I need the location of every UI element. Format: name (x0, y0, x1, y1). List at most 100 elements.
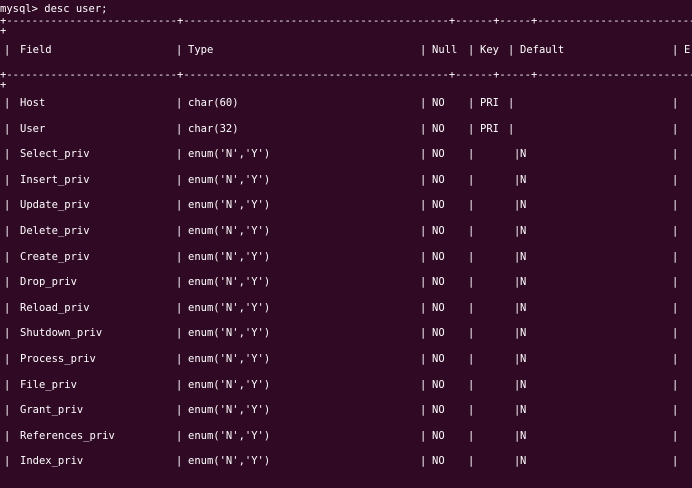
row-pipe: | (468, 379, 475, 391)
cell-field: Update_priv (20, 199, 90, 211)
cell-type: enum('N','Y') (188, 225, 271, 237)
terminal-window[interactable]: mysql> desc user; +---------------------… (0, 0, 692, 488)
row-pipe: | (176, 174, 183, 186)
row-pipe: | (468, 251, 475, 263)
row-pipe: | (468, 302, 475, 314)
row-pipe: | (420, 123, 427, 135)
header-pipe: | (672, 44, 679, 56)
cell-type: enum('N','Y') (188, 276, 271, 288)
row-pipe: | (468, 97, 475, 109)
cell-null: NO (432, 327, 445, 339)
cell-field: Create_priv (20, 251, 90, 263)
header-null: Null (432, 44, 458, 56)
cell-field: Host (20, 97, 46, 109)
row-pipe: | (176, 123, 183, 135)
cell-default: N (520, 251, 527, 263)
header-field: Field (20, 44, 52, 56)
row-pipe: | (176, 199, 183, 211)
header-default: Default (520, 44, 565, 56)
row-pipe: | (176, 251, 183, 263)
cell-null: NO (432, 302, 445, 314)
row-pipe: | (4, 174, 11, 186)
row-pipe: | (468, 276, 475, 288)
header-pipe: | (468, 44, 475, 56)
cell-field: User (20, 123, 46, 135)
row-pipe: | (176, 225, 183, 237)
cell-type: enum('N','Y') (188, 327, 271, 339)
row-pipe: | (420, 225, 427, 237)
cell-default: N (520, 379, 527, 391)
row-pipe: | (420, 148, 427, 160)
cell-field: Grant_priv (20, 404, 84, 416)
cell-null: NO (432, 148, 445, 160)
table-separator-mid: +---------------------------+-----------… (0, 69, 692, 81)
cell-default: N (520, 404, 527, 416)
row-pipe: | (4, 430, 11, 442)
row-pipe: | (4, 97, 11, 109)
cell-default: N (520, 276, 527, 288)
cell-field: Shutdown_priv (20, 327, 103, 339)
row-pipe: | (4, 455, 11, 467)
row-pipe: | (468, 174, 475, 186)
cell-default: N (520, 302, 527, 314)
cell-field: Drop_priv (20, 276, 77, 288)
row-pipe: | (420, 430, 427, 442)
cell-null: NO (432, 430, 445, 442)
table-separator-top: +---------------------------+-----------… (0, 15, 692, 27)
row-pipe: | (176, 327, 183, 339)
cell-type: enum('N','Y') (188, 199, 271, 211)
row-pipe: | (176, 302, 183, 314)
cell-key: PRI (480, 123, 499, 135)
row-pipe: | (4, 199, 11, 211)
cell-null: NO (432, 199, 445, 211)
row-pipe: | (176, 276, 183, 288)
row-pipe: | (420, 276, 427, 288)
row-pipe: | (420, 353, 427, 365)
row-pipe: | (468, 225, 475, 237)
cell-null: NO (432, 276, 445, 288)
row-pipe: | (672, 276, 679, 288)
row-pipe: | (4, 404, 11, 416)
row-pipe: | (468, 123, 475, 135)
row-pipe: | (176, 430, 183, 442)
cell-field: References_priv (20, 430, 115, 442)
cell-null: NO (432, 123, 445, 135)
row-pipe: | (176, 404, 183, 416)
row-pipe: | (672, 455, 679, 467)
row-pipe: | (420, 455, 427, 467)
header-pipe: | (4, 44, 11, 56)
row-pipe: | (672, 353, 679, 365)
cell-null: NO (432, 97, 445, 109)
row-pipe: | (672, 379, 679, 391)
cell-field: Index_priv (20, 455, 84, 467)
row-pipe: | (672, 123, 679, 135)
row-pipe: | (508, 97, 515, 109)
cell-default: N (520, 353, 527, 365)
cell-field: File_priv (20, 379, 77, 391)
row-pipe: | (420, 404, 427, 416)
cell-type: enum('N','Y') (188, 251, 271, 263)
cell-field: Delete_priv (20, 225, 90, 237)
cell-null: NO (432, 455, 445, 467)
row-pipe: | (420, 174, 427, 186)
header-key: Key (480, 44, 499, 56)
row-pipe: | (672, 430, 679, 442)
cell-type: enum('N','Y') (188, 430, 271, 442)
row-pipe: | (4, 327, 11, 339)
row-pipe: | (672, 199, 679, 211)
row-pipe: | (468, 455, 475, 467)
row-pipe: | (672, 148, 679, 160)
row-pipe: | (672, 251, 679, 263)
row-pipe: | (672, 97, 679, 109)
cell-default: N (520, 455, 527, 467)
cell-type: enum('N','Y') (188, 174, 271, 186)
row-pipe: | (468, 327, 475, 339)
cell-type: enum('N','Y') (188, 353, 271, 365)
cell-field: Process_priv (20, 353, 96, 365)
cell-default: N (520, 327, 527, 339)
cell-type: char(60) (188, 97, 239, 109)
header-type: Type (188, 44, 214, 56)
row-pipe: | (176, 455, 183, 467)
row-pipe: | (468, 199, 475, 211)
row-pipe: | (672, 225, 679, 237)
